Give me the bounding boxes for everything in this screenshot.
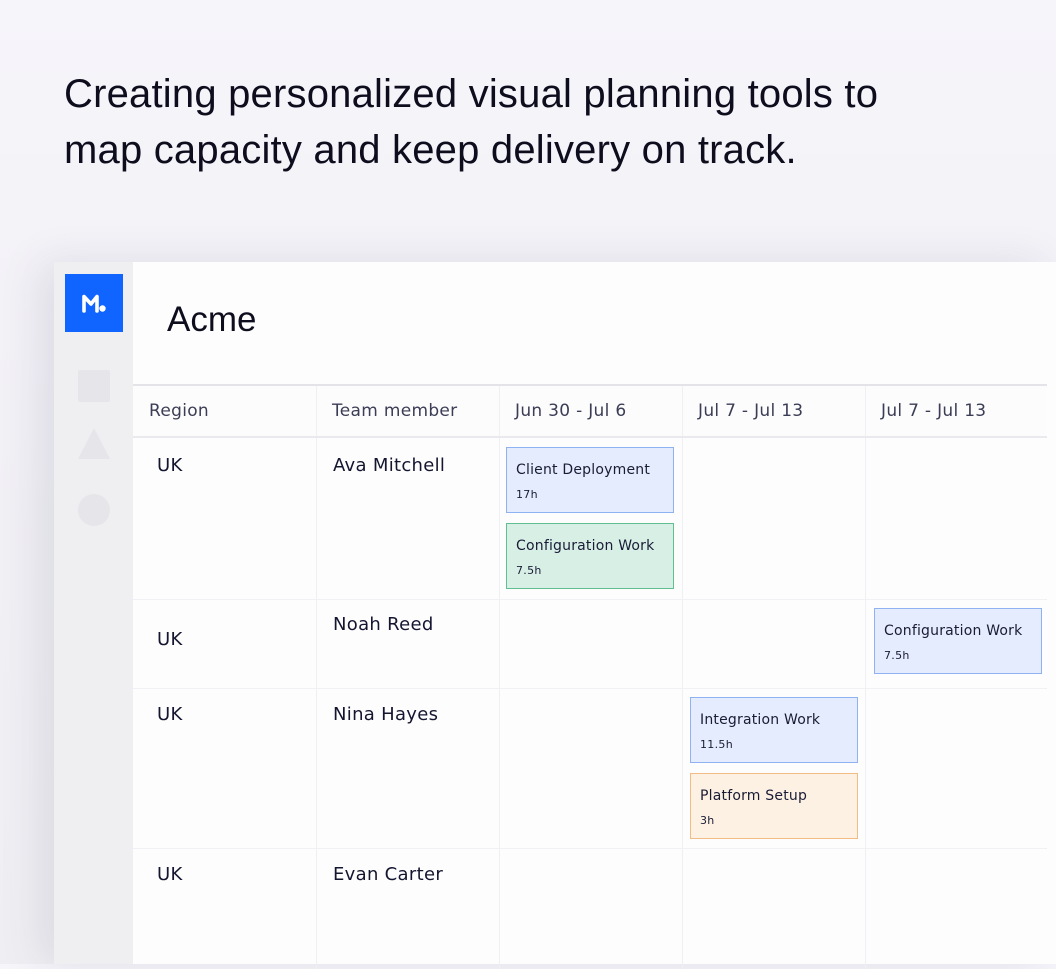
table-row: UK Ava Mitchell Client Deployment 17h Co… — [133, 438, 1047, 600]
app-logo[interactable] — [65, 274, 123, 332]
task-title: Configuration Work — [884, 623, 1023, 639]
table-row: UK Noah Reed Configuration Work 7.5h — [133, 600, 1047, 689]
row-region: UK — [157, 864, 183, 885]
row-region: UK — [157, 629, 183, 650]
column-divider — [499, 849, 500, 969]
column-divider — [865, 438, 866, 599]
column-divider — [865, 386, 866, 436]
column-header-region[interactable]: Region — [133, 386, 316, 436]
column-divider — [682, 689, 683, 848]
task-card[interactable]: Platform Setup 3h — [690, 773, 858, 839]
planning-grid: Region Team member Jun 30 - Jul 6 Jul 7 … — [133, 384, 1047, 969]
column-divider — [865, 689, 866, 848]
column-divider — [682, 849, 683, 969]
table-row: UK Nina Hayes Integration Work 11.5h Pla… — [133, 689, 1047, 849]
main-panel: Acme Region Team member Jun 30 - Jul 6 J… — [133, 262, 1056, 969]
app-window: Acme Region Team member Jun 30 - Jul 6 J… — [54, 262, 1056, 969]
task-hours: 3h — [700, 814, 715, 827]
task-hours: 17h — [516, 488, 538, 501]
column-divider — [316, 386, 317, 436]
row-region: UK — [157, 704, 183, 725]
sidebar — [54, 262, 133, 964]
task-card[interactable]: Integration Work 11.5h — [690, 697, 858, 763]
workspace-title: Acme — [167, 300, 257, 339]
task-hours: 11.5h — [700, 738, 733, 751]
task-card[interactable]: Configuration Work 7.5h — [506, 523, 674, 589]
column-divider — [316, 438, 317, 599]
hero-headline: Creating personalized visual planning to… — [64, 66, 964, 178]
hero-headline-line1: Creating personalized visual planning to… — [64, 72, 879, 116]
column-header-member[interactable]: Team member — [316, 386, 499, 436]
task-title: Integration Work — [700, 712, 821, 728]
row-team-member[interactable]: Nina Hayes — [333, 704, 438, 725]
column-divider — [499, 438, 500, 599]
column-divider — [682, 600, 683, 688]
task-card[interactable]: Configuration Work 7.5h — [874, 608, 1042, 674]
column-divider — [865, 600, 866, 688]
column-divider — [865, 849, 866, 969]
row-region: UK — [157, 455, 183, 476]
column-divider — [499, 600, 500, 688]
column-header-week-2[interactable]: Jul 7 - Jul 13 — [682, 386, 865, 436]
task-hours: 7.5h — [884, 649, 910, 662]
column-divider — [316, 689, 317, 848]
circle-nav-icon[interactable] — [78, 494, 110, 526]
column-divider — [682, 438, 683, 599]
table-row: UK Evan Carter — [133, 849, 1047, 969]
column-header-week-3[interactable]: Jul 7 - Jul 13 — [865, 386, 1048, 436]
column-divider — [499, 386, 500, 436]
task-card[interactable]: Client Deployment 17h — [506, 447, 674, 513]
square-nav-icon[interactable] — [78, 370, 110, 402]
logo-mark-icon — [82, 294, 106, 313]
column-divider — [316, 849, 317, 969]
row-team-member[interactable]: Ava Mitchell — [333, 455, 445, 476]
task-title: Client Deployment — [516, 462, 651, 478]
task-title: Platform Setup — [700, 788, 808, 804]
triangle-nav-icon[interactable] — [78, 428, 110, 459]
column-divider — [316, 600, 317, 688]
row-team-member[interactable]: Noah Reed — [333, 614, 434, 635]
task-hours: 7.5h — [516, 564, 542, 577]
row-team-member[interactable]: Evan Carter — [333, 864, 443, 885]
column-header-week-1[interactable]: Jun 30 - Jul 6 — [499, 386, 682, 436]
column-divider — [682, 386, 683, 436]
column-divider — [499, 689, 500, 848]
grid-header: Region Team member Jun 30 - Jul 6 Jul 7 … — [133, 384, 1047, 438]
task-title: Configuration Work — [516, 538, 655, 554]
hero-headline-line2: map capacity and keep delivery on track. — [64, 128, 797, 172]
